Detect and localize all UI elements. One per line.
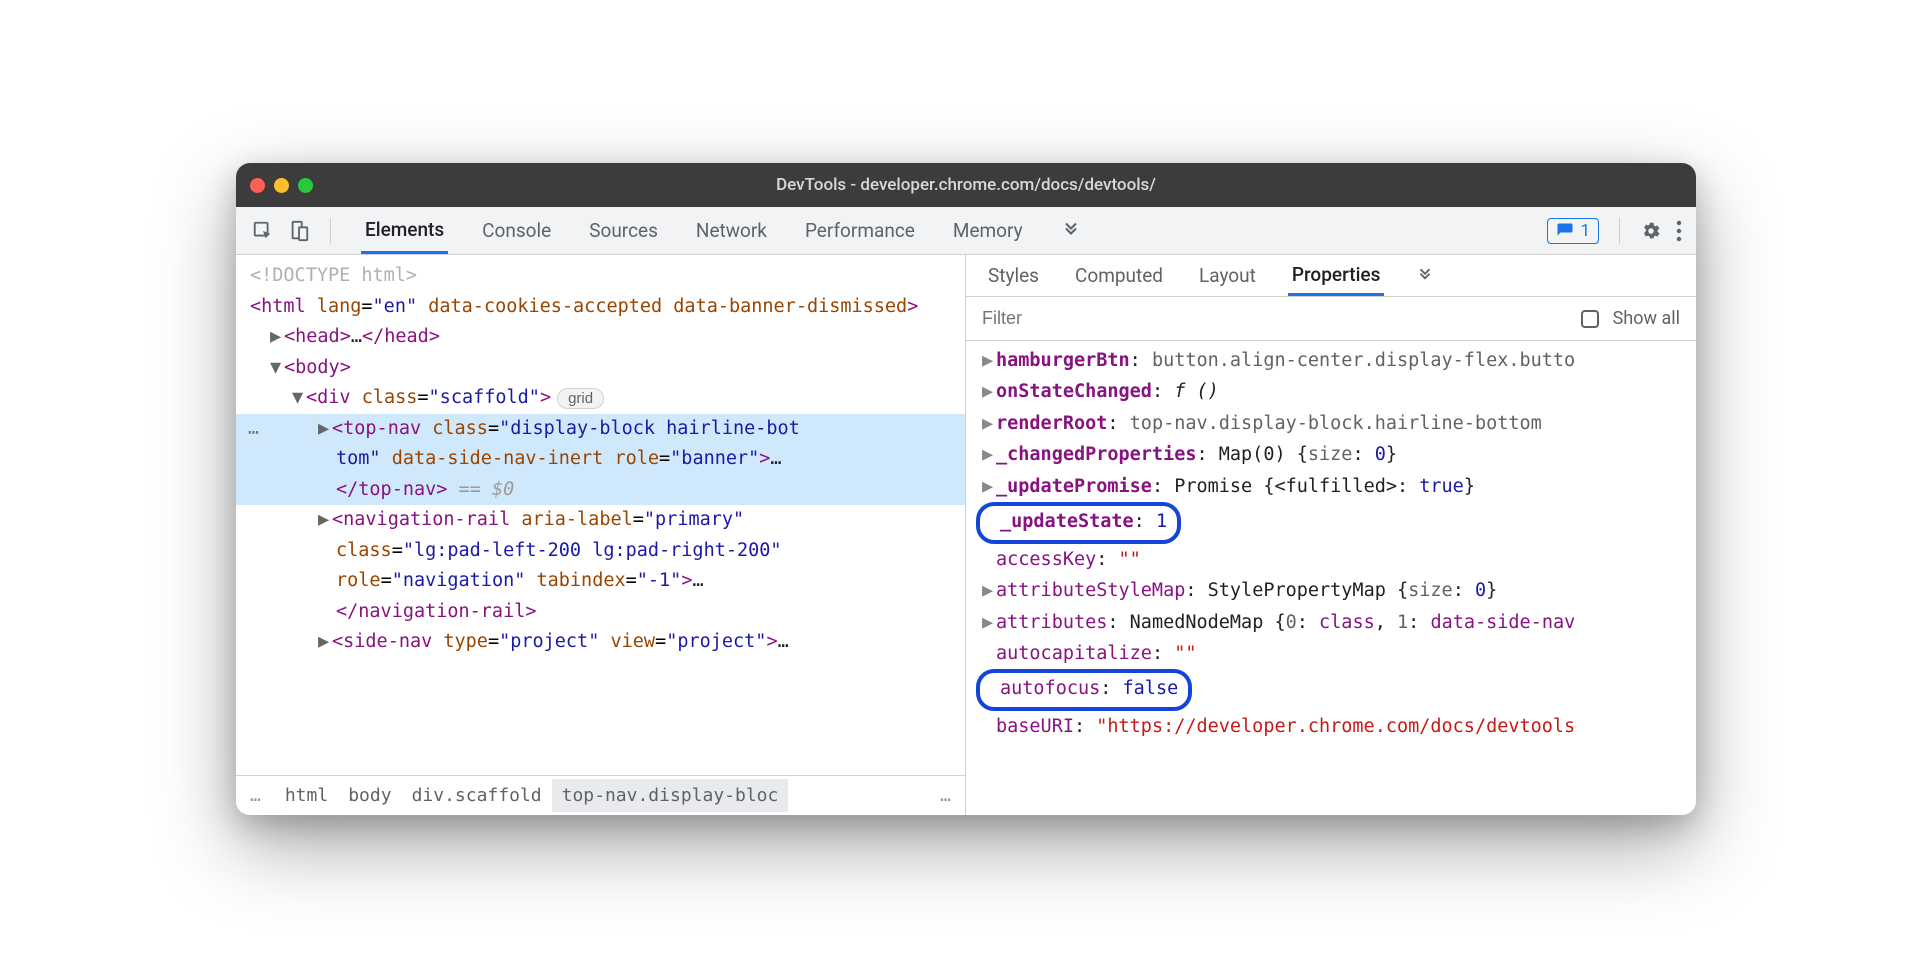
show-all-label: Show all — [1613, 308, 1680, 329]
property-row[interactable]: ▶attributeStyleMap: StylePropertyMap {si… — [974, 575, 1696, 606]
dom-tree[interactable]: <!DOCTYPE html> <html lang="en" data-coo… — [236, 255, 965, 775]
property-row[interactable]: ▶attributes: NamedNodeMap {0: class, 1: … — [974, 607, 1696, 638]
more-tabs-icon[interactable] — [1057, 207, 1085, 254]
filter-row: Show all — [966, 297, 1696, 341]
property-row[interactable]: autocapitalize: "" — [974, 638, 1696, 669]
breadcrumb-item[interactable]: body — [338, 779, 401, 812]
property-row[interactable]: ▶renderRoot: top-nav.display-block.hairl… — [974, 408, 1696, 439]
devtools-window: DevTools - developer.chrome.com/docs/dev… — [236, 163, 1696, 815]
close-icon[interactable] — [250, 178, 265, 193]
separator — [330, 218, 331, 244]
tab-sources[interactable]: Sources — [585, 207, 662, 254]
dom-html-open[interactable]: <html lang="en" data-cookies-accepted da… — [236, 292, 965, 323]
tab-memory[interactable]: Memory — [949, 207, 1027, 254]
tab-elements[interactable]: Elements — [361, 207, 448, 254]
dom-navigation-rail[interactable]: ▶<navigation-rail aria-label="primary" — [236, 505, 965, 536]
tab-layout[interactable]: Layout — [1195, 255, 1260, 296]
settings-icon[interactable] — [1640, 220, 1662, 242]
property-row[interactable]: ▶_changedProperties: Map(0) {size: 0} — [974, 439, 1696, 470]
tab-computed[interactable]: Computed — [1071, 255, 1167, 296]
eq0-label: == $0 — [459, 479, 515, 500]
tab-properties[interactable]: Properties — [1288, 255, 1385, 296]
property-row[interactable]: accessKey: "" — [974, 544, 1696, 575]
tab-styles[interactable]: Styles — [984, 255, 1043, 296]
separator — [1619, 218, 1620, 244]
content-area: <!DOCTYPE html> <html lang="en" data-coo… — [236, 255, 1696, 815]
panel-tabs: Elements Console Sources Network Perform… — [361, 207, 1085, 254]
sidebar-panel: Styles Computed Layout Properties Show a… — [966, 255, 1696, 815]
dom-side-nav[interactable]: ▶<side-nav type="project" view="project"… — [236, 627, 965, 658]
issues-count: 1 — [1580, 221, 1590, 241]
elements-panel: <!DOCTYPE html> <html lang="en" data-coo… — [236, 255, 966, 815]
property-row[interactable]: ▶_updatePromise: Promise {<fulfilled>: t… — [974, 471, 1696, 502]
minimize-icon[interactable] — [274, 178, 289, 193]
breadcrumb-item[interactable]: div.scaffold — [402, 779, 552, 812]
maximize-icon[interactable] — [298, 178, 313, 193]
dom-doctype: <!DOCTYPE html> — [236, 261, 965, 292]
breadcrumb-next-icon[interactable]: … — [940, 785, 951, 806]
show-all-checkbox[interactable] — [1581, 310, 1599, 328]
sidebar-tabs: Styles Computed Layout Properties — [966, 255, 1696, 297]
window-title: DevTools - developer.chrome.com/docs/dev… — [236, 175, 1696, 195]
dom-head[interactable]: ▶<head>…</head> — [236, 322, 965, 353]
breadcrumb-item[interactable]: html — [275, 779, 338, 812]
issues-button[interactable]: 1 — [1547, 218, 1599, 244]
property-row[interactable]: ▶onStateChanged: f () — [974, 376, 1696, 407]
breadcrumb-item[interactable]: top-nav.display-bloc — [552, 779, 789, 812]
more-tabs-icon[interactable] — [1412, 255, 1438, 296]
properties-list[interactable]: ▶hamburgerBtn: button.align-center.displ… — [966, 341, 1696, 815]
window-controls — [250, 178, 313, 193]
tab-performance[interactable]: Performance — [801, 207, 919, 254]
breadcrumb: … html body div.scaffold top-nav.display… — [236, 775, 965, 815]
device-toggle-icon[interactable] — [288, 220, 310, 242]
breadcrumb-prev-icon[interactable]: … — [250, 785, 261, 806]
property-row[interactable]: autofocus: false — [974, 669, 1696, 710]
tab-network[interactable]: Network — [692, 207, 771, 254]
more-menu-icon[interactable] — [1676, 220, 1682, 242]
property-row[interactable]: ▶hamburgerBtn: button.align-center.displ… — [974, 345, 1696, 376]
selection-indicator-icon: ⋯ — [248, 418, 260, 448]
inspect-icon[interactable] — [252, 220, 274, 242]
grid-badge[interactable]: grid — [557, 388, 604, 409]
tab-console[interactable]: Console — [478, 207, 555, 254]
dom-scaffold[interactable]: ▼<div class="scaffold">grid — [236, 383, 965, 414]
filter-input[interactable] — [982, 308, 1567, 329]
dom-selected-node[interactable]: ⋯ ▶<top-nav class="display-block hairlin… — [236, 414, 965, 506]
titlebar: DevTools - developer.chrome.com/docs/dev… — [236, 163, 1696, 207]
dom-body[interactable]: ▼<body> — [236, 353, 965, 384]
main-toolbar: Elements Console Sources Network Perform… — [236, 207, 1696, 255]
property-row[interactable]: _updateState: 1 — [974, 502, 1696, 543]
property-row[interactable]: baseURI: "https://developer.chrome.com/d… — [974, 711, 1696, 742]
